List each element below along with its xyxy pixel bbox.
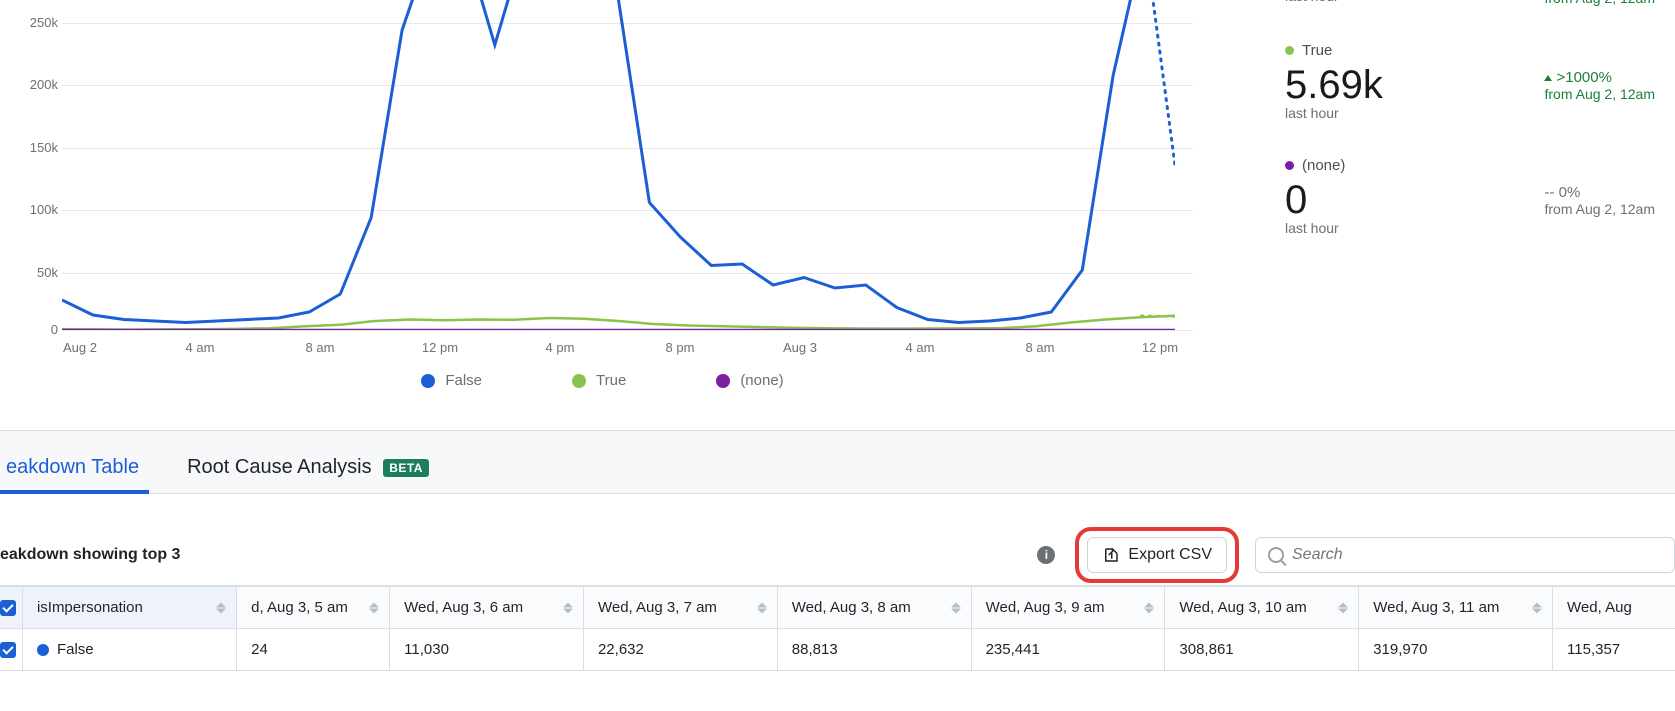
column-header-time[interactable]: Wed, Aug 3, 7 am (583, 587, 777, 629)
export-csv-button[interactable]: Export CSV (1087, 537, 1227, 573)
circle-icon (1285, 46, 1294, 55)
sort-icon[interactable] (563, 602, 573, 613)
y-tick: 0 (51, 322, 58, 337)
legend-item-none[interactable]: (none) (716, 372, 783, 389)
breakdown-controls: eakdown showing top 3 i Export CSV (0, 524, 1675, 586)
tab-breakdown-table[interactable]: eakdown Table (0, 456, 145, 493)
table-row[interactable]: False 24 11,030 22,632 88,813 235,441 30… (0, 629, 1675, 671)
timeseries-chart: 0 50k 100k 150k 200k 250k Aug 2 4 am 8 a… (0, 0, 1255, 430)
sort-icon[interactable] (1532, 602, 1542, 613)
stat-change-from: from Aug 2, 12am (1544, 86, 1655, 102)
cell: 115,357 (1553, 629, 1675, 671)
stat-change-from: from Aug 2, 12am (1544, 0, 1655, 6)
column-header-time[interactable]: Wed, Aug 3, 11 am (1359, 587, 1553, 629)
tabs-bar: eakdown Table Root Cause Analysis BETA (0, 430, 1675, 494)
export-label: Export CSV (1128, 546, 1212, 564)
chart-legend: False True (none) (0, 372, 1205, 389)
cell: 319,970 (1359, 629, 1553, 671)
stat-value: 5.69k (1285, 63, 1383, 107)
breakdown-table: isImpersonation d, Aug 3, 5 am Wed, Aug … (0, 586, 1675, 711)
circle-icon (716, 374, 730, 388)
y-tick: 250k (30, 15, 58, 30)
search-icon (1268, 547, 1284, 563)
circle-icon (37, 644, 49, 656)
legend-label: False (445, 372, 482, 389)
sort-icon[interactable] (757, 602, 767, 613)
info-icon[interactable]: i (1037, 546, 1055, 564)
column-header-time[interactable]: Wed, Aug 3, 10 am (1165, 587, 1359, 629)
column-header-time[interactable]: Wed, Aug 3, 8 am (777, 587, 971, 629)
chart-lines (62, 0, 1175, 330)
stat-change-from: from Aug 2, 12am (1544, 201, 1655, 217)
legend-label: (none) (740, 372, 783, 389)
circle-icon (1285, 161, 1294, 170)
sort-icon[interactable] (369, 602, 379, 613)
y-tick: 150k (30, 140, 58, 155)
row-label: False (57, 641, 94, 658)
stat-series-label: True (1302, 42, 1332, 59)
column-header-name[interactable]: isImpersonation (22, 587, 236, 629)
x-tick: 4 am (186, 340, 215, 355)
cell: 88,813 (777, 629, 971, 671)
tab-root-cause-analysis[interactable]: Root Cause Analysis BETA (181, 456, 435, 493)
stat-change: >1000% (1544, 69, 1655, 86)
column-header-time[interactable]: Wed, Aug (1553, 587, 1675, 629)
checkbox-row[interactable] (0, 642, 16, 658)
caret-up-icon (1544, 75, 1552, 81)
x-tick: 12 pm (1142, 340, 1178, 355)
legend-label: True (596, 372, 626, 389)
stat-sublabel: last hour (1285, 105, 1383, 121)
circle-icon (421, 374, 435, 388)
search-box[interactable] (1255, 537, 1675, 573)
sort-icon[interactable] (216, 602, 226, 613)
sort-icon[interactable] (1144, 602, 1154, 613)
x-tick: 4 am (906, 340, 935, 355)
y-tick: 50k (37, 265, 58, 280)
y-tick: 100k (30, 202, 58, 217)
stat-block-true: True 5.69k last hour >1000% from Aug 2, … (1285, 42, 1655, 121)
export-icon (1102, 546, 1120, 564)
stats-panel: last hour from Aug 2, 12am True 5.69k la… (1255, 0, 1675, 430)
beta-badge: BETA (383, 459, 429, 477)
cell: 22,632 (583, 629, 777, 671)
cell: 11,030 (390, 629, 584, 671)
stat-block-none: (none) 0 last hour -- 0% from Aug 2, 12a… (1285, 157, 1655, 236)
legend-item-false[interactable]: False (421, 372, 482, 389)
x-tick: 8 am (1026, 340, 1055, 355)
x-tick: 8 pm (666, 340, 695, 355)
stat-value: 0 (1285, 178, 1339, 222)
stat-sublabel: last hour (1285, 0, 1339, 4)
x-tick: Aug 2 (63, 340, 97, 355)
export-highlight: Export CSV (1075, 527, 1239, 583)
legend-item-true[interactable]: True (572, 372, 626, 389)
cell: 235,441 (971, 629, 1165, 671)
column-header-time[interactable]: Wed, Aug 3, 9 am (971, 587, 1165, 629)
stat-sublabel: last hour (1285, 220, 1339, 236)
stat-series-label: (none) (1302, 157, 1345, 174)
circle-icon (572, 374, 586, 388)
x-tick: Aug 3 (783, 340, 817, 355)
x-tick: 8 am (306, 340, 335, 355)
cell: 24 (237, 629, 390, 671)
checkbox-all[interactable] (0, 600, 16, 616)
breakdown-summary: eakdown showing top 3 (0, 546, 180, 564)
column-header-time[interactable]: Wed, Aug 3, 6 am (390, 587, 584, 629)
sort-icon[interactable] (1338, 602, 1348, 613)
cell: 308,861 (1165, 629, 1359, 671)
x-tick: 12 pm (422, 340, 458, 355)
x-tick: 4 pm (546, 340, 575, 355)
search-input[interactable] (1292, 546, 1662, 564)
column-header-time[interactable]: d, Aug 3, 5 am (237, 587, 390, 629)
stat-change: -- 0% (1544, 184, 1655, 201)
y-tick: 200k (30, 77, 58, 92)
sort-icon[interactable] (951, 602, 961, 613)
